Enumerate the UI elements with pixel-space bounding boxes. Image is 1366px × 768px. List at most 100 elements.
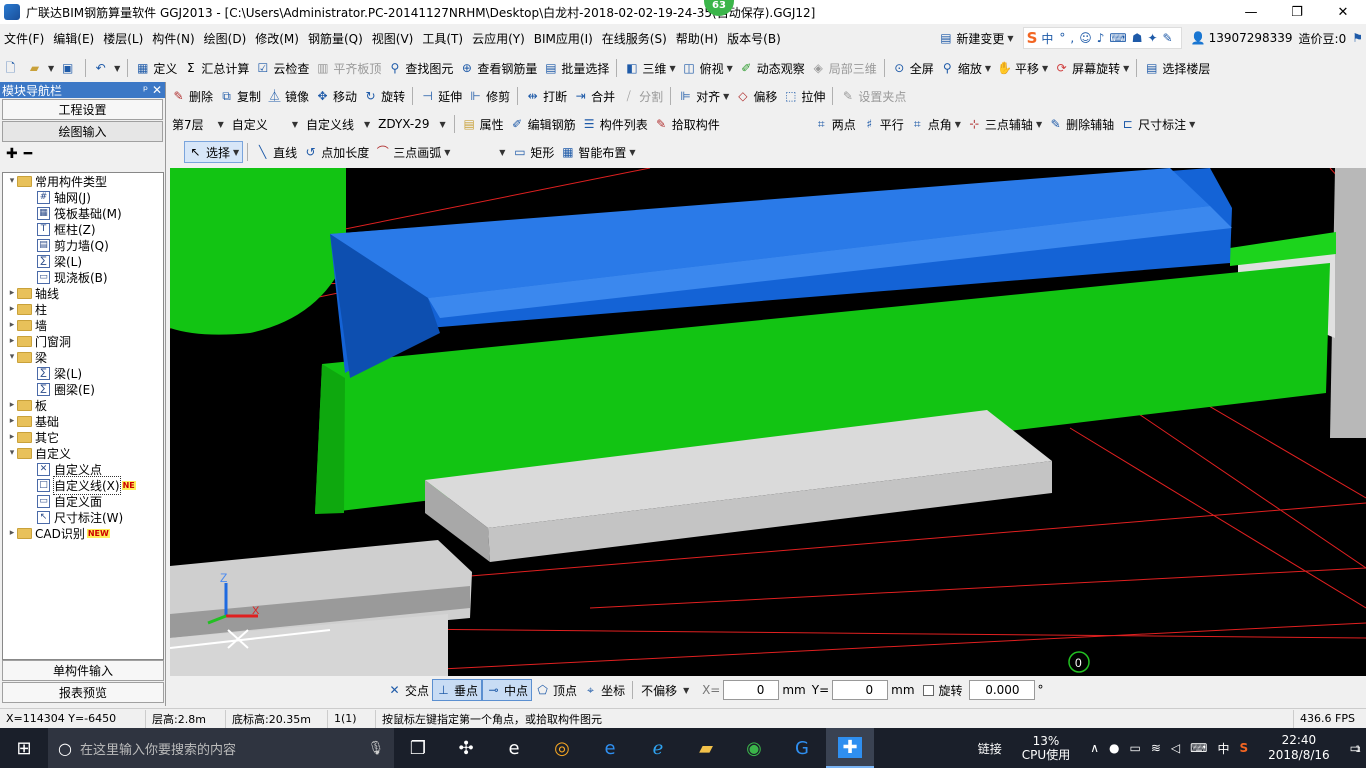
stretch-button[interactable]: ⬚ 拉伸 (780, 85, 828, 107)
menu-item-10[interactable]: BIM应用(I) (530, 30, 597, 47)
expand-arrow-icon[interactable]: ▸ (7, 288, 17, 298)
notification-icon[interactable]: ⚑ (1349, 27, 1366, 49)
tree-item[interactable]: ✕ 自定义点 (3, 461, 163, 477)
report-preview-button[interactable]: 报表预览 (2, 682, 164, 703)
tray-clock[interactable]: 22:40 2018/8/16 (1253, 733, 1345, 763)
collapse-arrow-icon[interactable]: ▾ (7, 352, 17, 362)
taskbar-app-edge-blue[interactable]: e (586, 728, 634, 768)
menu-item-8[interactable]: 工具(T) (418, 30, 467, 47)
expand-arrow-icon[interactable]: ▸ (7, 304, 17, 314)
tree-folder[interactable]: ▸ 板 (3, 397, 163, 413)
expand-arrow-icon[interactable]: ▸ (7, 528, 17, 538)
trim-button[interactable]: ⊩ 修剪 (465, 85, 513, 107)
snap-midpoint-button[interactable]: ⊸ 中点 (482, 679, 533, 701)
offset-button[interactable]: ◇ 偏移 (732, 85, 780, 107)
menu-item-0[interactable]: 文件(F) (0, 30, 48, 47)
tray-user-icon[interactable]: ● (1104, 741, 1124, 755)
sogou-ime-toolbar[interactable]: S 中 °,☺♪⌨☗✦✎ (1022, 27, 1182, 49)
drawing-input-button[interactable]: 绘图输入 (2, 121, 163, 142)
menu-item-7[interactable]: 视图(V) (368, 30, 418, 47)
arc-option-select[interactable]: ▼ (453, 142, 509, 162)
menu-item-9[interactable]: 云应用(Y) (468, 30, 529, 47)
edit-rebar-button[interactable]: ✐ 编辑钢筋 (507, 113, 579, 135)
properties-button[interactable]: ▤ 属性 (459, 113, 507, 135)
tree-item[interactable]: □ 自定义线(X) NE (3, 475, 163, 495)
taskbar-app-green[interactable]: ◉ (730, 728, 778, 768)
merge-button[interactable]: ⇥ 合并 (570, 85, 618, 107)
tray-battery-icon[interactable]: ▭ (1124, 741, 1145, 755)
taskbar-app-explorer[interactable]: ▰ (682, 728, 730, 768)
menu-item-1[interactable]: 编辑(E) (49, 30, 98, 47)
tree-item[interactable]: ∑ 梁(L) (3, 253, 163, 269)
pan-button[interactable]: ✋ 平移 ▼ (994, 57, 1051, 79)
break-button[interactable]: ⇹ 打断 (522, 85, 570, 107)
new-change-button[interactable]: ▤ 新建变更 ▼ (935, 27, 1016, 49)
tray-notification-icon[interactable]: ▭ 1 (1345, 741, 1366, 755)
tree-item[interactable]: ▦ 筏板基础(M) (3, 205, 163, 221)
tree-folder[interactable]: ▸ 基础 (3, 413, 163, 429)
restore-button[interactable]: ❐ (1274, 0, 1320, 24)
rect-tool-button[interactable]: ▭ 矩形 (509, 141, 557, 163)
define-button[interactable]: ▦ 定义 (132, 57, 180, 79)
align-button[interactable]: ⊫ 对齐 ▼ (675, 85, 732, 107)
rotate-checkbox[interactable] (922, 684, 934, 696)
microphone-icon[interactable]: 🎙 (367, 741, 384, 756)
start-button[interactable]: ⊞ (0, 728, 48, 768)
tree-folder[interactable]: ▾ 常用构件类型 (3, 173, 163, 189)
view-rebar-button[interactable]: ⊕ 查看钢筋量 (456, 57, 540, 79)
extend-button[interactable]: ⊣ 延伸 (417, 85, 465, 107)
rotate-input[interactable]: 0.000 (968, 680, 1035, 700)
single-component-input-button[interactable]: 单构件输入 (2, 660, 164, 681)
taskbar-app-fan[interactable]: ✣ (442, 728, 490, 768)
point-angle-button[interactable]: ⌗ 点角 ▼ (907, 113, 964, 135)
sum-button[interactable]: Σ 汇总计算 (180, 57, 252, 79)
menu-item-3[interactable]: 构件(N) (148, 30, 198, 47)
taskbar-app-edge[interactable]: e (490, 728, 538, 768)
tree-folder[interactable]: ▸ 其它 (3, 429, 163, 445)
element-select[interactable]: ZDYX-29 ▼ (374, 114, 450, 134)
menu-item-13[interactable]: 版本号(B) (723, 30, 785, 47)
tray-cpu[interactable]: 13% CPU使用 (1007, 734, 1085, 762)
set-grip-button[interactable]: ✎ 设置夹点 (837, 85, 909, 107)
copy-button[interactable]: ⧉ 复制 (216, 85, 264, 107)
project-settings-button[interactable]: 工程设置 (2, 99, 163, 120)
expand-arrow-icon[interactable]: ▸ (7, 320, 17, 330)
undo-button[interactable]: ↶ ▼ (90, 57, 123, 79)
category-select[interactable]: 自定义 ▼ (228, 114, 302, 134)
zoom-button[interactable]: ⚲ 缩放 ▼ (937, 57, 994, 79)
local-3d-button[interactable]: ◈ 局部三维 (808, 57, 880, 79)
cloud-check-button[interactable]: ☑ 云检查 (252, 57, 312, 79)
tree-item[interactable]: ↖ 尺寸标注(W) (3, 509, 163, 525)
y-input[interactable]: 0 (832, 680, 889, 700)
point-length-button[interactable]: ↺ 点加长度 (300, 141, 372, 163)
tray-keyboard-icon[interactable]: ⌨ (1185, 741, 1212, 755)
snap-coordinate-button[interactable]: ⌖ 坐标 (580, 679, 628, 701)
taskbar-app-ggj-active[interactable]: ✚ (826, 728, 874, 768)
select-floor-button[interactable]: ▤ 选择楼层 (1141, 57, 1213, 79)
tree-item[interactable]: T 框柱(Z) (3, 221, 163, 237)
delete-axis-button[interactable]: ✎ 删除辅轴 (1045, 113, 1117, 135)
taskbar-app-glodon[interactable]: G (778, 728, 826, 768)
three-d-button[interactable]: ◧ 三维 ▼ (621, 57, 678, 79)
tree-folder[interactable]: ▸ 门窗洞 (3, 333, 163, 349)
tree-item[interactable]: ▭ 现浇板(B) (3, 269, 163, 285)
tree-folder[interactable]: ▾ 梁 (3, 349, 163, 365)
new-file-button[interactable]: 🗋 (0, 57, 24, 79)
collapse-arrow-icon[interactable]: ▾ (7, 176, 17, 186)
mirror-button[interactable]: ⏅ 镜像 (264, 85, 312, 107)
line-tool-button[interactable]: ╲ 直线 (252, 141, 300, 163)
tree-item[interactable]: ∑ 圈梁(E) (3, 381, 163, 397)
menu-item-12[interactable]: 帮助(H) (672, 30, 722, 47)
tray-expand-icon[interactable]: ∧ (1085, 741, 1104, 755)
user-account[interactable]: 👤 13907298339 (1188, 27, 1296, 49)
three-point-arc-button[interactable]: ⌒ 三点画弧 ▼ (372, 141, 453, 163)
menu-item-5[interactable]: 修改(M) (251, 30, 303, 47)
task-view-button[interactable]: ❐ (394, 728, 442, 768)
expand-arrow-icon[interactable]: ▸ (7, 400, 17, 410)
save-button[interactable]: ▣ (57, 57, 81, 79)
pick-button[interactable]: ✎ 拾取构件 (651, 113, 723, 135)
tree-item[interactable]: # 轴网(J) (3, 189, 163, 205)
tree-item[interactable]: ∑ 梁(L) (3, 365, 163, 381)
rotate-screen-button[interactable]: ⟳ 屏幕旋转 ▼ (1051, 57, 1132, 79)
tree-folder[interactable]: ▸ 柱 (3, 301, 163, 317)
